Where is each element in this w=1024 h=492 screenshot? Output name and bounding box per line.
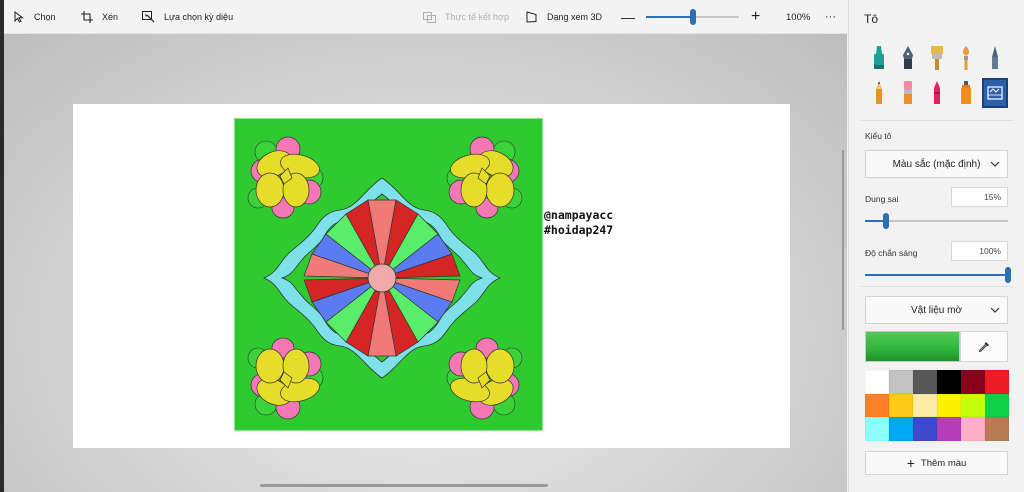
more-options-button[interactable]: ··· [825, 0, 836, 34]
zoom-out-icon: — [621, 9, 635, 25]
oil-brush-icon [931, 46, 943, 70]
palette-swatch[interactable] [865, 370, 889, 394]
select-label: Chọn [34, 12, 56, 22]
fill-type-value: Màu sắc (mặc định) [892, 158, 981, 170]
select-button[interactable]: Chọn [14, 0, 56, 34]
crop-button[interactable]: Xén [81, 0, 118, 34]
palette-swatch[interactable] [937, 417, 961, 441]
palette-swatch[interactable] [937, 393, 961, 417]
zoom-slider-fill [646, 16, 693, 18]
panel-divider [861, 286, 1013, 287]
eraser-icon [904, 81, 912, 104]
crayon-button[interactable] [924, 78, 950, 108]
crop-icon [81, 11, 93, 23]
opacity-slider-thumb[interactable] [1005, 267, 1011, 283]
panel-divider [861, 120, 1013, 121]
pencil-icon [876, 81, 882, 104]
palette-swatch[interactable] [961, 370, 985, 394]
view-3d-label: Dạng xem 3D [547, 12, 603, 22]
zoom-slider-thumb[interactable] [689, 9, 696, 25]
palette-swatch[interactable] [865, 417, 889, 441]
opacity-label: Độ chắn sáng [865, 248, 918, 258]
crop-label: Xén [102, 12, 119, 22]
spray-can-button[interactable] [953, 78, 979, 108]
palette-swatch[interactable] [913, 393, 937, 417]
magic-select-icon [142, 11, 155, 23]
palette-swatch[interactable] [961, 417, 985, 441]
tolerance-input[interactable]: 15% [951, 187, 1008, 207]
marker-brush-button[interactable] [866, 43, 892, 73]
eyedropper-button[interactable] [960, 331, 1008, 362]
paint-3d-window: Chọn Xén Lựa chọn kỳ diệu Thực tế kết hợ… [0, 0, 1024, 492]
chevron-down-icon [990, 307, 1000, 313]
palette-swatch[interactable] [985, 370, 1009, 394]
horizontal-scrollbar[interactable] [260, 484, 548, 487]
eyedropper-icon [978, 341, 989, 352]
oil-brush-button[interactable] [924, 43, 950, 73]
palette-swatch[interactable] [937, 370, 961, 394]
pixel-pen-icon [992, 46, 998, 69]
palette-swatch[interactable] [961, 393, 985, 417]
material-dropdown[interactable]: Vật liệu mờ [865, 296, 1008, 324]
tolerance-slider[interactable] [865, 213, 1008, 229]
marker-brush-icon [874, 46, 884, 69]
watermark-line-1: @nampayacc [544, 208, 614, 222]
tolerance-label: Dung sai [865, 194, 899, 204]
fill-type-dropdown[interactable]: Màu sắc (mặc định) [865, 150, 1008, 178]
zoom-in-icon: + [751, 8, 761, 25]
watermark-line-2: #hoidap247 [544, 223, 614, 237]
panel-title: Tô [864, 12, 879, 26]
magic-select-button[interactable]: Lựa chọn kỳ diệu [142, 0, 233, 34]
fill-bucket-icon [987, 86, 1003, 100]
opacity-slider-fill [865, 274, 1008, 276]
add-color-button[interactable]: + Thêm màu [865, 451, 1008, 475]
plus-icon: + [906, 455, 915, 471]
palette-swatch[interactable] [985, 393, 1009, 417]
mixed-reality-button[interactable]: Thực tế kết hợp [423, 0, 509, 34]
opacity-slider[interactable] [865, 267, 1011, 283]
palette-swatch[interactable] [889, 417, 913, 441]
tolerance-slider-thumb[interactable] [883, 213, 890, 229]
magic-select-label: Lựa chọn kỳ diệu [164, 12, 234, 22]
current-color-swatch[interactable] [865, 331, 960, 362]
zoom-out-button[interactable]: — [621, 0, 635, 34]
palette-swatch[interactable] [865, 393, 889, 417]
zoom-value: 100% [786, 11, 811, 23]
eraser-button[interactable] [895, 78, 921, 108]
chevron-down-icon [990, 161, 1000, 167]
calligraphy-pen-button[interactable] [895, 43, 921, 73]
crayon-icon [934, 81, 940, 104]
view-3d-button[interactable]: Dạng xem 3D [526, 0, 602, 34]
vertical-scrollbar[interactable] [842, 150, 844, 330]
brushes-panel: Tô Kiểu tô Màu sắc (mặc định) Dung sai 1… [848, 0, 1024, 492]
color-palette [865, 370, 1009, 441]
palette-swatch[interactable] [889, 393, 913, 417]
palette-swatch[interactable] [889, 370, 913, 394]
top-toolbar: Chọn Xén Lựa chọn kỳ diệu Thực tế kết hợ… [0, 0, 848, 34]
watercolor-brush-icon [963, 46, 969, 70]
material-value: Vật liệu mờ [910, 304, 963, 316]
watercolor-brush-button[interactable] [953, 43, 979, 73]
zoom-slider[interactable] [646, 9, 739, 25]
view-3d-icon [526, 11, 537, 23]
spray-can-icon [961, 81, 971, 104]
fill-type-label: Kiểu tô [865, 131, 892, 141]
palette-swatch[interactable] [913, 417, 937, 441]
mixed-reality-label: Thực tế kết hợp [445, 12, 509, 22]
palette-swatch[interactable] [985, 417, 1009, 441]
add-color-label: Thêm màu [920, 457, 967, 469]
fill-bucket-button[interactable] [982, 78, 1008, 108]
calligraphy-pen-icon [903, 46, 913, 69]
pixel-pen-button[interactable] [982, 43, 1008, 73]
zoom-in-button[interactable]: + [751, 0, 760, 34]
mixed-reality-icon [423, 11, 436, 23]
opacity-input[interactable]: 100% [951, 241, 1008, 261]
palette-swatch[interactable] [913, 370, 937, 394]
select-cursor-icon [14, 11, 24, 23]
watermark-text: @nampayacc #hoidap247 [544, 208, 613, 238]
pencil-button[interactable] [866, 78, 892, 108]
coloured-artwork[interactable] [234, 118, 543, 431]
